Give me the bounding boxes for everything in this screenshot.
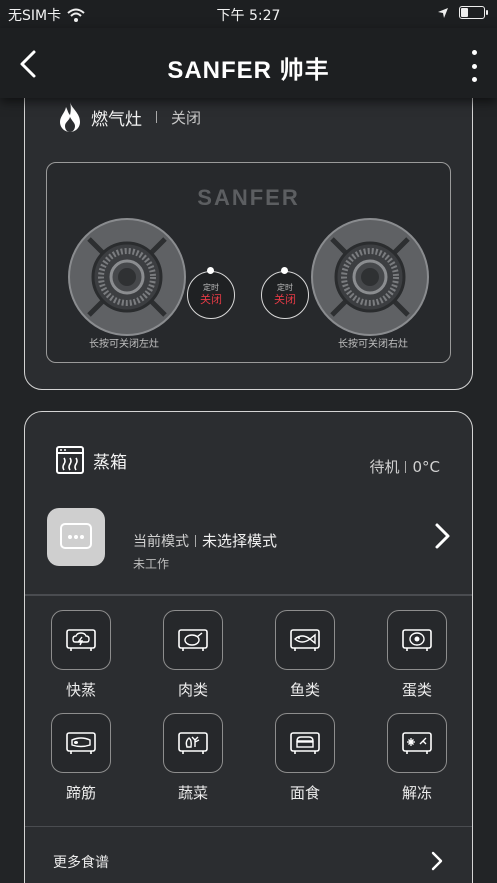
recipe-meat[interactable]: 肉类 <box>161 610 225 700</box>
recipe-tendon[interactable]: 蹄筋 <box>49 713 113 803</box>
recipe-label: 蔬菜 <box>177 784 208 802</box>
right-burner-hint: 长按可关闭右灶 <box>338 339 408 350</box>
recipe-button[interactable] <box>387 610 447 670</box>
mode-line: 当前模式 未选择模式 <box>133 530 277 551</box>
right-burner[interactable] <box>310 217 430 337</box>
status-bar: 无SIM卡 下午 5:27 <box>0 0 497 28</box>
more-recipes-link[interactable]: 更多食谱 <box>53 852 109 872</box>
status-right <box>437 6 488 19</box>
pastry-icon <box>290 732 320 754</box>
meat-icon <box>178 629 208 651</box>
battery-icon <box>459 6 488 19</box>
recipe-label: 面食 <box>289 784 320 802</box>
burner-icon <box>311 218 429 336</box>
recipe-egg[interactable]: 蛋类 <box>385 610 449 700</box>
flame-icon <box>60 102 80 132</box>
steamer-header: 蒸箱 <box>55 445 127 475</box>
panel-logo: SANFER <box>197 185 300 210</box>
recipe-label: 肉类 <box>177 681 208 699</box>
location-arrow-icon <box>438 7 448 18</box>
chevron-right-icon <box>435 523 450 549</box>
recipe-label: 蹄筋 <box>65 784 96 802</box>
mode-selector[interactable]: 当前模式 未选择模式 未工作 <box>47 508 452 571</box>
more-dot-icon <box>471 50 477 55</box>
quick-steam-icon <box>66 629 96 651</box>
fish-icon <box>290 629 320 651</box>
chevron-right-icon[interactable] <box>430 850 444 872</box>
recipe-fish[interactable]: 鱼类 <box>273 610 337 700</box>
stove-state: 关闭 <box>171 108 202 127</box>
steamer-temperature: 0°C <box>412 457 440 476</box>
mode-text: 当前模式 未选择模式 未工作 <box>133 530 277 572</box>
timer-label: 定时 <box>203 283 219 292</box>
recipe-pastry[interactable]: 面食 <box>273 713 337 803</box>
status-time: 下午 5:27 <box>216 8 281 24</box>
work-state: 未工作 <box>133 557 170 571</box>
defrost-icon <box>402 732 432 754</box>
recipe-button[interactable] <box>163 610 223 670</box>
vegetable-icon <box>178 732 208 754</box>
stove-panel: SANFER 定时 关闭 定时 关闭 长按可关闭左灶 长按可关闭右灶 <box>46 162 451 363</box>
separator <box>156 111 157 123</box>
more-options-button[interactable] <box>469 50 479 82</box>
divider <box>25 594 472 596</box>
left-timer-button[interactable]: 定时 关闭 <box>187 267 235 319</box>
mode-icon <box>47 508 105 566</box>
egg-icon <box>402 629 432 651</box>
timer-state: 关闭 <box>200 293 222 306</box>
brand-logo: SANFER 帅丰 <box>167 57 330 84</box>
right-timer-button[interactable]: 定时 关闭 <box>261 267 309 319</box>
recipe-button[interactable] <box>275 610 335 670</box>
steamer-status: 待机 0°C <box>369 456 440 477</box>
stove-title: 燃气灶 关闭 <box>57 101 201 133</box>
stove-name: 燃气灶 <box>91 109 142 130</box>
separator <box>405 460 407 473</box>
recipe-button[interactable] <box>51 610 111 670</box>
separator <box>195 534 196 547</box>
more-dot-icon <box>471 77 477 82</box>
divider <box>25 826 472 827</box>
steamer-icon <box>56 446 84 474</box>
nav-bar: SANFER 帅丰 <box>0 28 497 98</box>
recipe-label: 解冻 <box>401 784 432 802</box>
recipe-button[interactable] <box>387 713 447 773</box>
recipe-button[interactable] <box>51 713 111 773</box>
recipe-vegetable[interactable]: 蔬菜 <box>161 713 225 803</box>
tendon-icon <box>66 732 96 754</box>
mode-label: 当前模式 <box>133 533 189 550</box>
gas-stove-card: 燃气灶 关闭 SANFER 定时 关闭 定时 关闭 长按可关闭左灶 长按可关闭右… <box>24 70 473 390</box>
timer-state: 关闭 <box>274 293 296 306</box>
timer-label: 定时 <box>277 283 293 292</box>
recipe-label: 快蒸 <box>65 681 96 699</box>
left-burner[interactable] <box>67 217 187 337</box>
recipe-defrost[interactable]: 解冻 <box>385 713 449 803</box>
burner-icon <box>68 218 186 336</box>
steamer-state: 待机 <box>369 458 400 476</box>
recipe-label: 鱼类 <box>289 681 320 699</box>
recipe-button[interactable] <box>275 713 335 773</box>
more-dot-icon <box>471 63 477 69</box>
recipe-quick-steam[interactable]: 快蒸 <box>49 610 113 700</box>
steamer-card: 蒸箱 待机 0°C 当前模式 未选择模式 未工作 快蒸 肉类 鱼类 蛋类 蹄筋 … <box>24 411 473 883</box>
steamer-name: 蒸箱 <box>93 452 127 473</box>
recipe-button[interactable] <box>163 713 223 773</box>
recipe-label: 蛋类 <box>401 681 432 699</box>
mode-value: 未选择模式 <box>202 532 278 550</box>
left-burner-hint: 长按可关闭左灶 <box>89 339 159 350</box>
